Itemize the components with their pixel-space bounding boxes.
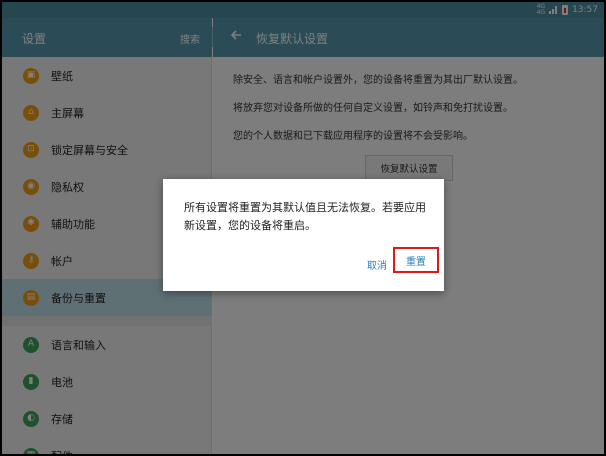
confirm-reset-dialog: 所有设置将重置为其默认值且无法恢复。若要应用新设置，您的设备将重启。 取消 重置	[163, 179, 444, 291]
cancel-button[interactable]: 取消	[367, 257, 387, 272]
dialog-message: 所有设置将重置为其默认值且无法恢复。若要应用新设置，您的设备将重启。	[184, 201, 426, 232]
reset-confirm-button[interactable]: 重置	[393, 247, 439, 273]
screen: 4G 4G 13:57 设置 搜索 恢复默认设置 ▣ 壁纸 ⌂ 主屏幕	[2, 2, 604, 454]
